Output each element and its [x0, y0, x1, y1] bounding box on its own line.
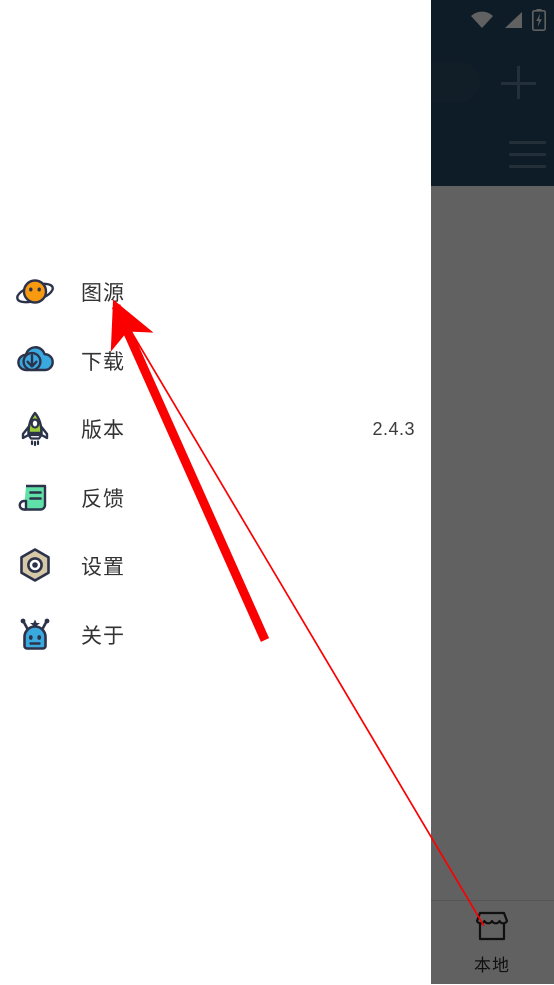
drawer-item-feedback[interactable]: 反馈 — [0, 464, 431, 533]
drawer-item-label: 反馈 — [81, 487, 125, 511]
drawer-item-settings[interactable]: 设置 — [0, 532, 431, 601]
feedback-icon — [14, 477, 56, 519]
robot-icon — [14, 614, 56, 656]
drawer-item-label: 图源 — [81, 282, 125, 306]
drawer-item-label: 关于 — [81, 624, 125, 648]
drawer-item-label: 版本 — [81, 419, 125, 443]
drawer-item-image-source[interactable]: 图源 — [0, 258, 431, 327]
drawer-item-label: 设置 — [81, 556, 125, 580]
drawer-item-version[interactable]: 版本 2.4.3 — [0, 395, 431, 464]
planet-icon — [14, 271, 56, 313]
drawer-menu-list: 图源 下载 版本 2.4.3 反馈 设置 关于 — [0, 258, 431, 669]
rocket-icon — [14, 408, 56, 450]
navigation-drawer: 图源 下载 版本 2.4.3 反馈 设置 关于 — [0, 0, 431, 984]
drawer-item-download[interactable]: 下载 — [0, 327, 431, 396]
drawer-item-about[interactable]: 关于 — [0, 601, 431, 670]
cloud-download-icon — [14, 340, 56, 382]
version-number: 2.4.3 — [372, 418, 415, 439]
drawer-item-label: 下载 — [81, 350, 125, 374]
settings-nut-icon — [14, 545, 56, 587]
